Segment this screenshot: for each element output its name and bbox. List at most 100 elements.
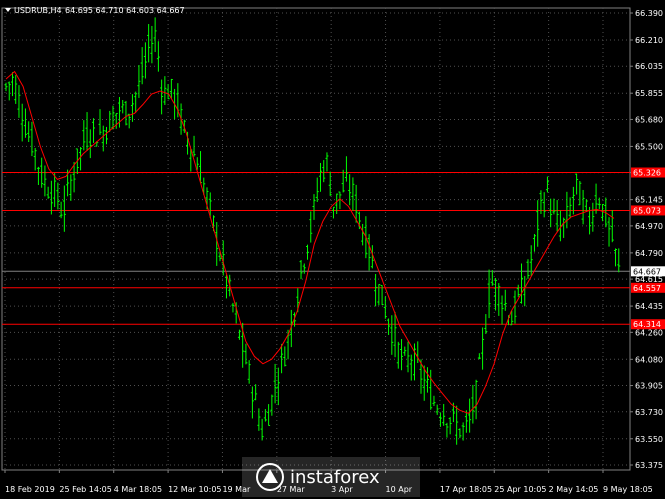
candle	[562, 217, 566, 238]
candle	[273, 363, 277, 404]
candle	[36, 166, 40, 185]
candle	[367, 234, 371, 271]
candle	[490, 270, 494, 286]
candle	[448, 417, 452, 435]
x-tick-label: 2 May 14:05	[549, 485, 599, 494]
candle	[257, 408, 261, 431]
candle	[393, 311, 397, 358]
candles	[4, 17, 621, 445]
y-tick-label: 65.145	[635, 196, 663, 205]
candle	[160, 79, 164, 115]
candle	[302, 263, 306, 274]
candle	[322, 160, 326, 183]
y-tick-label: 65.855	[635, 89, 663, 98]
candle	[503, 289, 507, 311]
y-tick-label: 64.435	[635, 302, 663, 311]
watermark-brand: instaforex	[290, 467, 380, 488]
candle	[396, 341, 400, 369]
candle	[555, 200, 559, 232]
candle	[156, 41, 160, 72]
candle	[523, 276, 527, 307]
candle	[468, 398, 472, 433]
candle	[153, 17, 157, 53]
x-tick-label: 9 May 18:05	[603, 485, 653, 494]
candle	[10, 72, 14, 97]
candle	[487, 269, 491, 319]
ma-line	[5, 70, 615, 414]
candle	[552, 198, 556, 215]
candle	[166, 84, 170, 100]
y-tick-label: 64.615	[635, 275, 663, 284]
horizontal-levels	[2, 172, 630, 325]
candle	[471, 384, 475, 424]
candle	[270, 394, 274, 416]
candle	[464, 410, 468, 433]
candle	[309, 211, 313, 243]
candle	[312, 194, 316, 220]
candle	[335, 193, 339, 215]
candle	[390, 315, 394, 355]
candle	[383, 296, 387, 319]
candle	[30, 121, 34, 157]
candle	[400, 339, 404, 371]
candle	[121, 99, 125, 114]
y-tick-label: 64.080	[635, 355, 663, 364]
candle	[23, 108, 27, 138]
candle	[134, 91, 138, 113]
candle	[549, 198, 553, 228]
candle	[101, 125, 105, 152]
candle	[192, 135, 196, 157]
x-tick-label: 12 Mar 10:05	[168, 485, 221, 494]
candle	[130, 94, 134, 122]
candle	[299, 260, 303, 280]
candle	[14, 75, 18, 104]
y-tick-label: 64.970	[635, 222, 663, 231]
candle	[607, 217, 611, 247]
candle	[351, 177, 355, 211]
candle	[85, 112, 89, 151]
candle	[610, 210, 614, 243]
candle	[263, 409, 267, 422]
y-tick-label: 63.730	[635, 408, 663, 417]
candle	[169, 78, 173, 99]
candle	[519, 263, 523, 304]
candle	[344, 156, 348, 182]
candle	[601, 203, 605, 222]
price-axis: 66.390 66.210 66.035 65.855 65.680 65.500 65.3…	[630, 9, 665, 470]
candle	[442, 403, 446, 426]
candle	[17, 85, 21, 118]
candle	[98, 109, 102, 135]
candle	[62, 185, 66, 232]
y-tick-label: 64.260	[635, 328, 663, 337]
level-price-label: 65.073	[633, 206, 661, 215]
candle	[111, 105, 115, 130]
candle	[406, 341, 410, 373]
candle	[231, 302, 235, 313]
candle	[341, 169, 345, 193]
candle	[387, 318, 391, 335]
candle	[33, 147, 37, 171]
candle	[244, 343, 248, 365]
candle	[438, 412, 442, 427]
candle	[46, 186, 50, 199]
price-chart[interactable]: 66.390 66.210 66.035 65.855 65.680 65.500 65.3…	[0, 0, 665, 499]
symbol-label: USDRUB,H4	[14, 6, 62, 15]
level-price-label: 64.557	[633, 284, 661, 293]
candle	[568, 197, 572, 219]
candle	[425, 367, 429, 393]
candle	[53, 173, 57, 207]
candle	[69, 174, 73, 201]
y-tick-label: 63.375	[635, 461, 663, 470]
y-tick-label: 65.680	[635, 115, 663, 124]
candle	[536, 200, 540, 247]
candle	[429, 369, 433, 410]
candle	[137, 64, 141, 98]
candle	[591, 202, 595, 232]
candle	[403, 346, 407, 356]
dropdown-triangle-icon[interactable]	[5, 8, 11, 12]
candle	[276, 367, 280, 406]
y-tick-label: 64.790	[635, 249, 663, 258]
y-tick-label: 63.550	[635, 435, 663, 444]
chart-header: USDRUB,H4 64.695 64.710 64.603 64.667	[5, 6, 185, 15]
candle	[283, 346, 287, 367]
